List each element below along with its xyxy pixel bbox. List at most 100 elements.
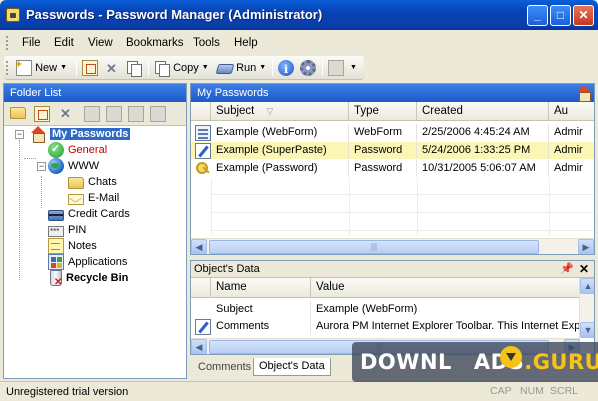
tree-notes[interactable]: Notes — [48, 238, 97, 255]
tree-pin[interactable]: PIN — [48, 222, 86, 238]
tree-credit-cards[interactable]: Credit Cards — [48, 206, 130, 222]
watermark-suffix: .GURU — [524, 350, 598, 374]
run-button[interactable]: Run ▼ — [217, 59, 266, 77]
delete-folder-icon[interactable] — [58, 106, 74, 122]
copy-object-button[interactable] — [126, 59, 142, 78]
column-created[interactable]: Created — [417, 102, 549, 120]
cell-value: Example (WebForm) — [316, 303, 418, 315]
collapse-my-passwords[interactable]: − — [15, 130, 24, 139]
move-down-icon[interactable] — [106, 106, 122, 122]
tree-recycle-bin[interactable]: Recycle Bin — [48, 270, 128, 291]
scroll-up-icon[interactable]: ▲ — [580, 278, 594, 294]
sort-arrow-icon: ▽ — [266, 106, 274, 116]
tree-applications[interactable]: Applications — [48, 254, 127, 271]
tree-www[interactable]: WWW — [48, 158, 100, 175]
grid-header: Subject ▽ Type Created Au — [191, 102, 594, 121]
column-author[interactable]: Au — [549, 102, 594, 120]
chevron-down-icon[interactable]: ▼ — [202, 64, 209, 71]
move-right-icon[interactable] — [150, 106, 166, 122]
tree-line — [19, 140, 20, 280]
tree-line — [24, 158, 36, 159]
cell-author: Admir — [554, 126, 583, 138]
object-data-row[interactable]: Comments Aurora PM Internet Explorer Too… — [191, 318, 580, 335]
run-icon — [217, 60, 233, 76]
menu-edit[interactable]: Edit — [54, 37, 74, 49]
menu-tools[interactable]: Tools — [193, 37, 220, 49]
tree-my-passwords[interactable]: My Passwords — [30, 126, 131, 144]
title-bar[interactable]: Passwords - Password Manager (Administra… — [0, 0, 598, 30]
tab-comments[interactable]: Comments — [192, 358, 257, 376]
grid-line — [211, 178, 212, 236]
vertical-scrollbar[interactable]: ▲ ▼ — [579, 278, 594, 338]
tab-object-data[interactable]: Object's Data — [253, 358, 331, 376]
cell-type: Password — [349, 160, 417, 177]
object-data-row[interactable]: Subject Example (WebForm) — [191, 301, 580, 318]
maximize-button[interactable]: □ — [550, 5, 571, 26]
copy-button[interactable]: Copy ▼ — [154, 59, 209, 78]
open-folder-icon[interactable] — [10, 107, 26, 119]
collapse-www[interactable]: − — [37, 162, 46, 171]
tree-general[interactable]: General — [48, 141, 107, 159]
folder-toolbar — [4, 102, 186, 126]
info-button[interactable] — [278, 59, 294, 79]
column-type[interactable]: Type — [349, 102, 417, 120]
cell-value: Aurora PM Internet Explorer Toolbar. Thi… — [316, 320, 580, 332]
my-passwords-title-text: My Passwords — [197, 87, 269, 99]
close-button[interactable]: ✕ — [573, 5, 594, 26]
toolbar-overflow[interactable]: ▼ — [347, 59, 357, 77]
folder-properties-icon[interactable] — [34, 106, 50, 122]
scroll-right-icon[interactable]: ▶ — [578, 239, 594, 254]
menu-help[interactable]: Help — [234, 37, 258, 49]
menu-grip[interactable] — [6, 36, 9, 50]
menu-view[interactable]: View — [88, 37, 113, 49]
scroll-down-icon[interactable]: ▼ — [580, 322, 594, 338]
table-row[interactable]: Example (WebForm) WebForm 2/25/2006 4:45… — [191, 124, 594, 141]
toolbar-grip[interactable] — [6, 61, 9, 75]
minimize-button[interactable]: _ — [527, 5, 548, 26]
object-grid-header: Name Value — [191, 278, 580, 298]
table-row[interactable]: Example (Password) Password 10/31/2005 5… — [191, 160, 594, 177]
paste-button[interactable] — [82, 59, 98, 77]
grid-line — [211, 194, 594, 195]
scroll-left-icon[interactable]: ◀ — [191, 339, 207, 354]
new-button[interactable]: New▼ — [14, 56, 67, 77]
delete-button[interactable] — [104, 59, 120, 78]
tree-label: My Passwords — [50, 128, 131, 140]
scroll-left-icon[interactable]: ◀ — [191, 239, 207, 254]
home-icon[interactable] — [576, 85, 592, 102]
column-value[interactable]: Value — [311, 278, 580, 297]
close-pane-icon[interactable]: ✕ — [579, 261, 589, 278]
watermark-prefix: DOWNL — [360, 350, 452, 374]
object-data-pane: Object's Data 📌 ✕ Name Value Subject Exa… — [190, 260, 595, 355]
recycle-bin-icon — [50, 270, 62, 291]
status-text: Unregistered trial version — [6, 386, 129, 398]
tree-email[interactable]: E-Mail — [68, 190, 119, 206]
disabled-button[interactable] — [328, 59, 344, 77]
scroll-thumb[interactable]: ||| — [209, 240, 539, 254]
my-passwords-title: My Passwords — [191, 84, 594, 102]
table-row-selected[interactable]: Example (SuperPaste) Password 5/24/2006 … — [191, 142, 594, 159]
new-label: New — [35, 62, 58, 75]
chevron-down-icon[interactable]: ▼ — [259, 64, 266, 71]
pin-icon[interactable]: 📌 — [560, 261, 574, 278]
move-up-icon[interactable] — [84, 106, 100, 122]
folder-list-title: Folder List — [4, 84, 186, 102]
column-icon[interactable] — [191, 278, 211, 297]
horizontal-scrollbar[interactable]: ◀ ||| ▶ — [191, 238, 594, 254]
move-left-icon[interactable] — [128, 106, 144, 122]
tree-chats[interactable]: Chats — [68, 174, 117, 190]
window-title: Passwords - Password Manager (Administra… — [26, 7, 323, 22]
webform-icon — [195, 125, 211, 141]
column-icon[interactable] — [191, 102, 211, 120]
object-data-title-bar: Object's Data 📌 ✕ — [191, 261, 594, 278]
menu-file[interactable]: File — [22, 37, 41, 49]
chevron-down-icon[interactable]: ▼ — [60, 64, 67, 71]
tree-label: WWW — [68, 160, 100, 172]
column-subject[interactable]: Subject ▽ — [211, 102, 349, 120]
cell-subject: Example (WebForm) — [211, 124, 349, 141]
options-button[interactable] — [300, 59, 316, 77]
cell-subject: Example (SuperPaste) — [211, 142, 349, 159]
tree-label: Notes — [68, 240, 97, 252]
menu-bookmarks[interactable]: Bookmarks — [126, 37, 184, 49]
column-name[interactable]: Name — [211, 278, 311, 297]
